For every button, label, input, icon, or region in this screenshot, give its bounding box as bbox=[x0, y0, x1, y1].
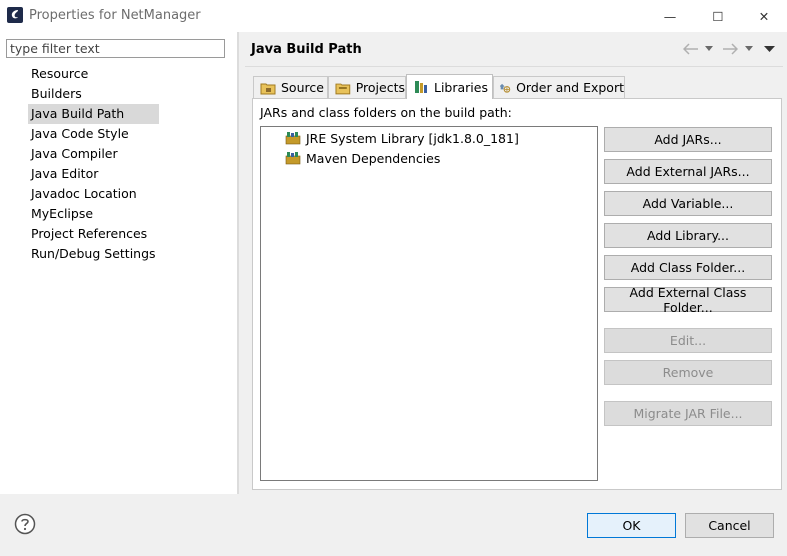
tree-item-label: Maven Dependencies bbox=[306, 150, 441, 166]
nav-item-java-code-style[interactable]: Java Code Style bbox=[28, 124, 159, 144]
tab-label: Libraries bbox=[434, 79, 488, 95]
view-menu-button[interactable] bbox=[764, 40, 775, 58]
close-icon: ✕ bbox=[758, 8, 770, 24]
tab-label: Order and Export bbox=[516, 80, 624, 95]
help-icon[interactable] bbox=[14, 513, 36, 535]
add-external-jars-button[interactable]: Add External JARs... bbox=[604, 159, 772, 184]
forward-menu-button[interactable] bbox=[745, 40, 753, 58]
nav-item-myeclipse[interactable]: MyEclipse bbox=[28, 204, 159, 224]
tree-item-maven-dependencies[interactable]: Maven Dependencies bbox=[285, 149, 440, 167]
tab-projects[interactable]: Projects bbox=[328, 76, 406, 98]
close-button[interactable]: ✕ bbox=[744, 4, 784, 28]
nav-item-java-editor[interactable]: Java Editor bbox=[28, 164, 159, 184]
tree-item-jre-system-library[interactable]: JRE System Library [jdk1.8.0_181] bbox=[285, 129, 519, 147]
order-export-icon bbox=[500, 83, 511, 93]
add-class-folder-button[interactable]: Add Class Folder... bbox=[604, 255, 772, 280]
add-variable-button[interactable]: Add Variable... bbox=[604, 191, 772, 216]
header-separator bbox=[245, 66, 783, 67]
tab-label: Source bbox=[281, 80, 324, 95]
property-page-list: Resource Builders Java Build Path Java C… bbox=[28, 64, 159, 264]
source-folder-icon bbox=[260, 83, 276, 94]
forward-arrow-icon bbox=[723, 43, 738, 55]
nav-item-java-compiler[interactable]: Java Compiler bbox=[28, 144, 159, 164]
maximize-icon: ☐ bbox=[712, 8, 724, 24]
nav-item-javadoc-location[interactable]: Javadoc Location bbox=[28, 184, 159, 204]
project-folder-icon bbox=[335, 83, 351, 94]
edit-button[interactable]: Edit... bbox=[604, 328, 772, 353]
ok-button[interactable]: OK bbox=[587, 513, 676, 538]
library-icon bbox=[415, 81, 427, 93]
tab-label: Projects bbox=[355, 80, 405, 95]
nav-item-java-build-path[interactable]: Java Build Path bbox=[28, 104, 159, 124]
library-icon bbox=[285, 132, 301, 145]
add-external-class-folder-button[interactable]: Add External Class Folder... bbox=[604, 285, 772, 315]
library-icon bbox=[285, 152, 301, 165]
chevron-down-icon bbox=[705, 46, 713, 51]
remove-button[interactable]: Remove bbox=[604, 360, 772, 385]
build-path-label: JARs and class folders on the build path… bbox=[260, 105, 512, 120]
add-library-button[interactable]: Add Library... bbox=[604, 223, 772, 248]
minimize-icon: — bbox=[663, 8, 677, 24]
view-menu-icon bbox=[764, 45, 775, 52]
library-tree[interactable]: JRE System Library [jdk1.8.0_181] Maven … bbox=[260, 126, 598, 481]
eclipse-app-icon bbox=[7, 7, 23, 23]
page-title: Java Build Path bbox=[251, 42, 362, 57]
nav-item-builders[interactable]: Builders bbox=[28, 84, 159, 104]
back-button[interactable] bbox=[683, 40, 699, 58]
tab-libraries[interactable]: Libraries bbox=[406, 74, 493, 99]
tab-order-and-export[interactable]: Order and Export bbox=[493, 76, 625, 98]
properties-nav-pane: Resource Builders Java Build Path Java C… bbox=[0, 32, 237, 494]
title-bar: Properties for NetManager — ☐ ✕ bbox=[0, 0, 787, 32]
forward-button[interactable] bbox=[722, 40, 738, 58]
cancel-button[interactable]: Cancel bbox=[685, 513, 774, 538]
maximize-button[interactable]: ☐ bbox=[698, 4, 738, 28]
back-menu-button[interactable] bbox=[705, 40, 713, 58]
tree-item-label: JRE System Library [jdk1.8.0_181] bbox=[306, 130, 519, 146]
tab-source[interactable]: Source bbox=[253, 76, 328, 98]
minimize-button[interactable]: — bbox=[650, 4, 690, 28]
nav-item-project-references[interactable]: Project References bbox=[28, 224, 159, 244]
filter-input[interactable] bbox=[6, 39, 225, 58]
pane-splitter[interactable] bbox=[237, 32, 239, 494]
nav-item-run-debug-settings[interactable]: Run/Debug Settings bbox=[28, 244, 159, 264]
chevron-down-icon bbox=[745, 46, 753, 51]
back-arrow-icon bbox=[683, 43, 698, 55]
window-title: Properties for NetManager bbox=[29, 8, 201, 23]
add-jars-button[interactable]: Add JARs... bbox=[604, 127, 772, 152]
migrate-jar-button[interactable]: Migrate JAR File... bbox=[604, 401, 772, 426]
nav-item-resource[interactable]: Resource bbox=[28, 64, 159, 84]
